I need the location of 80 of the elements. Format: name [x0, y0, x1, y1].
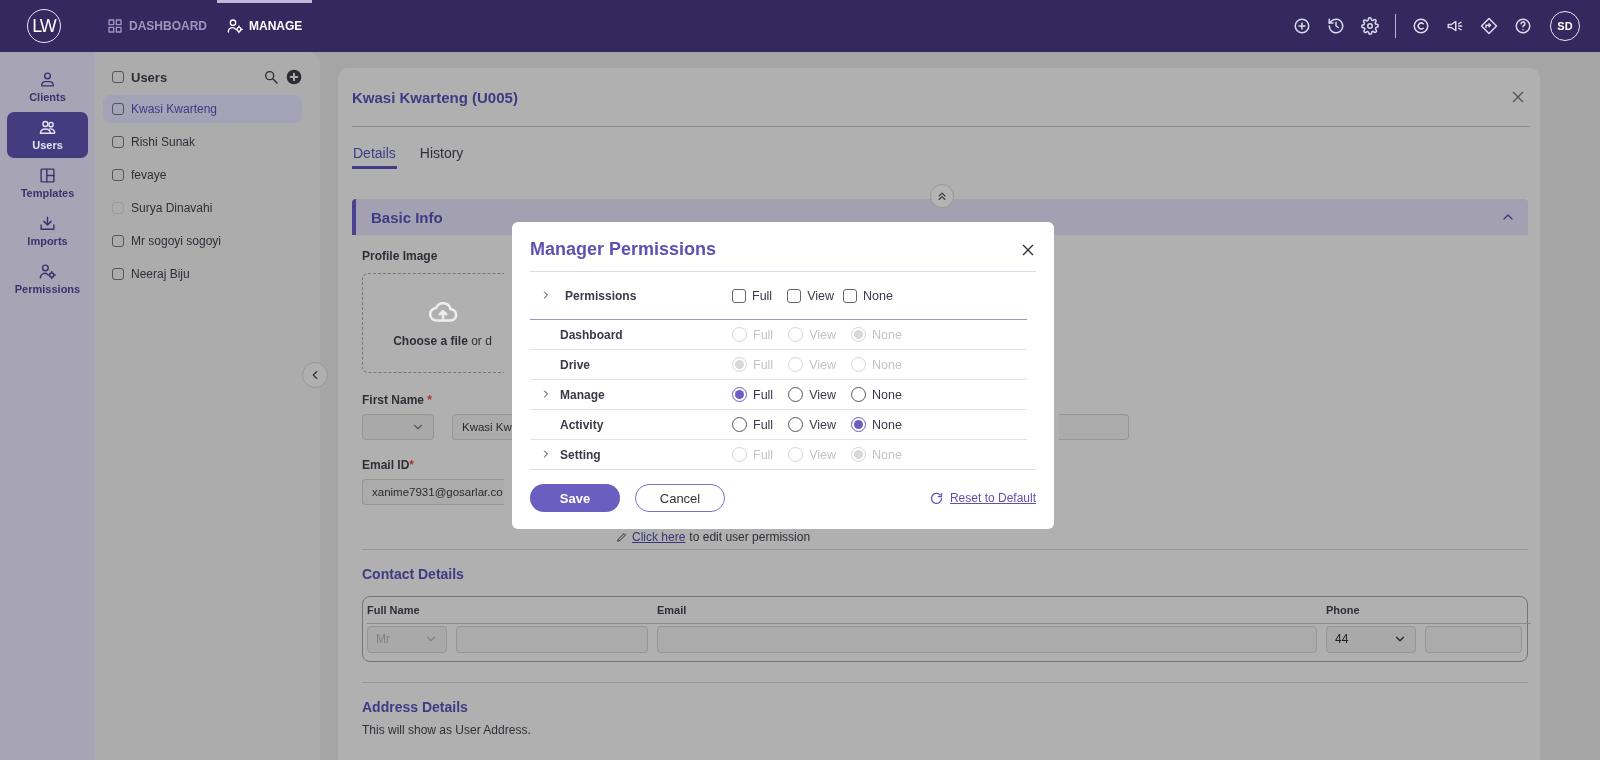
user-item[interactable]: Rishi Sunak: [103, 128, 302, 156]
history-icon[interactable]: [1327, 17, 1345, 35]
field-label: Profile Image: [362, 249, 438, 263]
user-gear-icon: [227, 18, 243, 34]
field-label: Email ID*: [362, 458, 415, 472]
sidebar-item[interactable]: Templates: [7, 160, 88, 206]
collapse-button[interactable]: [302, 362, 328, 388]
nav-tab[interactable]: DASHBOARD: [97, 0, 217, 52]
reset-icon: [928, 490, 944, 506]
list-title: Users: [131, 69, 168, 85]
reset-link[interactable]: Reset to Default: [928, 490, 1036, 506]
sidebar-item[interactable]: Users: [7, 112, 88, 158]
phone-field[interactable]: [1425, 625, 1522, 653]
help-icon[interactable]: [1514, 17, 1532, 35]
radio-option[interactable]: Full: [732, 417, 774, 432]
field-label: First Name *: [362, 393, 433, 407]
radio-option[interactable]: None: [851, 417, 902, 432]
checkbox[interactable]: [112, 169, 124, 181]
full-name-field[interactable]: [456, 625, 648, 653]
settings-icon[interactable]: [1361, 17, 1379, 35]
section-title: Address Details: [362, 699, 469, 715]
first-name-field[interactable]: Kwasi Kw: [452, 414, 513, 440]
people-icon: [39, 119, 56, 136]
person-icon: [39, 71, 56, 88]
permission-name: Manage: [560, 387, 606, 402]
checkbox-option[interactable]: None: [843, 288, 893, 303]
permission-text: to edit user permission: [689, 530, 811, 544]
checkbox[interactable]: [112, 71, 124, 83]
last-name-field[interactable]: [1059, 414, 1129, 440]
permission-name: Setting: [560, 447, 602, 462]
radio-option[interactable]: View: [788, 387, 837, 402]
radio-option[interactable]: View: [788, 417, 837, 432]
dialog-title: Manager Permissions: [530, 239, 718, 260]
save-button[interactable]: Save: [530, 484, 620, 512]
radio-option[interactable]: Full: [732, 387, 774, 402]
section-title: Contact Details: [362, 566, 465, 582]
c-circle-icon[interactable]: [1412, 17, 1430, 35]
permission-name: Drive: [560, 357, 592, 372]
section-note: This will show as User Address.: [362, 723, 532, 737]
upload-text: Choose a file or d: [393, 334, 492, 348]
email-field[interactable]: [657, 625, 1317, 653]
pencil-icon: [616, 531, 628, 543]
email-field[interactable]: xanime7931@gosarlar.co: [362, 479, 504, 505]
layout-icon: [39, 167, 56, 184]
permission-link[interactable]: Click here: [632, 530, 686, 544]
sidebar-item[interactable]: Permissions: [7, 256, 88, 302]
diamond-arrow-icon[interactable]: [1480, 17, 1498, 35]
user-item[interactable]: fevaye: [103, 161, 302, 189]
sidebar-item[interactable]: Imports: [7, 208, 88, 254]
upload-area[interactable]: Choose a file or d: [362, 273, 504, 373]
add-icon[interactable]: [286, 69, 302, 85]
add-icon[interactable]: [1293, 17, 1311, 35]
column-header: Full Name: [367, 596, 657, 624]
radio-option[interactable]: None: [851, 387, 902, 402]
user-item[interactable]: Mr sogoyi sogoyi: [103, 227, 302, 255]
checkbox-option[interactable]: Full: [732, 288, 773, 303]
panel-title: Kwasi Kwarteng (U005): [352, 88, 519, 106]
scroll-top-button[interactable]: [930, 184, 954, 208]
sidebar-item[interactable]: Clients: [7, 64, 88, 110]
tab[interactable]: History: [418, 137, 465, 169]
download-icon: [39, 215, 56, 232]
checkbox[interactable]: [112, 235, 124, 247]
permission-name: Permissions: [565, 288, 638, 303]
checkbox[interactable]: [112, 103, 124, 115]
tab[interactable]: Details: [352, 137, 397, 169]
checkbox[interactable]: [112, 136, 124, 148]
checkbox[interactable]: [112, 268, 124, 280]
checkbox-option[interactable]: View: [787, 288, 835, 303]
nav-tab[interactable]: MANAGE: [217, 0, 313, 52]
grid-icon: [107, 18, 123, 34]
permission-name: Activity: [560, 417, 605, 432]
cancel-button[interactable]: Cancel: [635, 484, 725, 512]
user-item[interactable]: Neeraj Biju: [103, 260, 302, 288]
user-gear-icon: [39, 263, 56, 280]
column-header: Phone: [1326, 596, 1531, 624]
user-item[interactable]: Kwasi Kwarteng: [103, 95, 302, 123]
search-icon[interactable]: [263, 69, 279, 85]
phone-code-select[interactable]: 44: [1326, 625, 1416, 653]
column-header: Email: [657, 596, 1326, 624]
permission-name: Dashboard: [560, 327, 624, 342]
